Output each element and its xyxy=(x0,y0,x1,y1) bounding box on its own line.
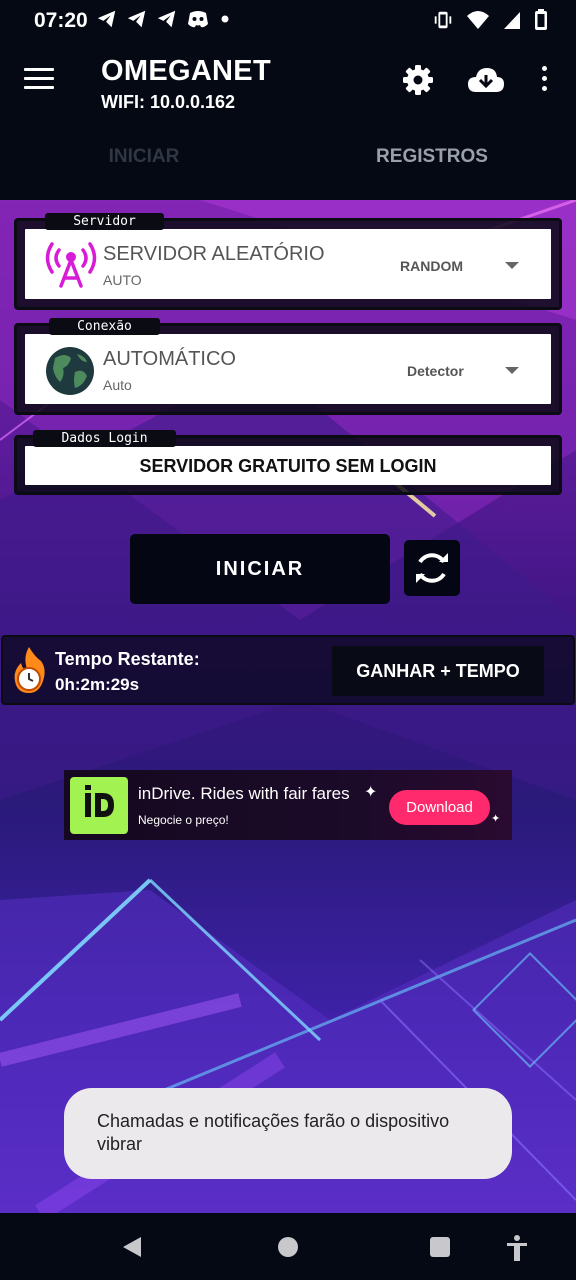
server-card[interactable]: SERVIDOR ALEATÓRIO AUTO RANDOM xyxy=(14,218,562,310)
server-tag: RANDOM xyxy=(400,258,463,274)
telegram-icon xyxy=(127,10,146,28)
ad-title: inDrive. Rides with fair fares xyxy=(138,784,350,803)
navigation-bar xyxy=(0,1213,576,1280)
connection-card-label: Conexão xyxy=(49,318,160,335)
server-selector[interactable]: SERVIDOR ALEATÓRIO AUTO RANDOM xyxy=(25,229,551,299)
status-time: 07:20 xyxy=(34,9,88,32)
time-remaining-bar: Tempo Restante: 0h:2m:29s GANHAR + TEMPO xyxy=(1,635,575,705)
globe-icon xyxy=(46,347,94,395)
app-bar: OMEGANET WIFI: 10.0.0.162 xyxy=(0,42,576,137)
start-button[interactable]: INICIAR xyxy=(130,534,390,604)
login-value: SERVIDOR GRATUITO SEM LOGIN xyxy=(139,456,437,476)
ad-banner[interactable]: inDrive. Rides with fair fares Negocie o… xyxy=(64,770,512,840)
server-card-label: Servidor xyxy=(45,213,164,230)
recents-icon[interactable] xyxy=(430,1237,450,1257)
indrive-logo xyxy=(70,777,128,834)
wifi-address: WIFI: 10.0.0.162 xyxy=(101,92,236,112)
chevron-down-icon[interactable] xyxy=(505,367,519,374)
tab-bar: INICIAR REGISTROS xyxy=(0,137,576,200)
login-field[interactable]: SERVIDOR GRATUITO SEM LOGIN xyxy=(25,446,551,485)
refresh-button[interactable] xyxy=(404,540,460,596)
accessibility-icon[interactable] xyxy=(505,1234,529,1262)
connection-card[interactable]: AUTOMÁTICO Auto Detector xyxy=(14,323,562,415)
sparkle-icon: ✦ xyxy=(491,813,501,825)
home-icon[interactable] xyxy=(278,1237,298,1257)
chevron-down-icon[interactable] xyxy=(505,262,519,269)
signal-icon xyxy=(504,12,520,29)
ad-subtitle: Negocie o preço! xyxy=(138,813,229,827)
more-vert-icon[interactable] xyxy=(536,66,552,96)
vibrate-icon xyxy=(434,11,452,29)
notification-icons xyxy=(96,8,232,30)
cloud-download-icon[interactable] xyxy=(467,64,505,96)
menu-icon[interactable] xyxy=(24,68,54,94)
back-icon[interactable] xyxy=(123,1237,141,1257)
connection-selector[interactable]: AUTOMÁTICO Auto Detector xyxy=(25,334,551,404)
ad-download-button[interactable]: Download xyxy=(389,790,490,825)
tab-registros[interactable]: REGISTROS xyxy=(288,137,576,200)
toast-message: Chamadas e notificações farão o disposit… xyxy=(64,1088,512,1179)
login-card-label: Dados Login xyxy=(33,430,176,447)
system-icons xyxy=(432,9,548,31)
dot-icon xyxy=(221,15,229,23)
time-remaining-value: 0h:2m:29s xyxy=(55,675,140,694)
telegram-icon xyxy=(97,10,116,28)
wifi-icon xyxy=(467,11,489,29)
server-title: SERVIDOR ALEATÓRIO xyxy=(103,243,325,265)
refresh-icon xyxy=(416,553,448,583)
tab-iniciar[interactable]: INICIAR xyxy=(0,137,288,200)
app-title: OMEGANET xyxy=(101,55,271,87)
telegram-icon xyxy=(157,10,176,28)
status-bar: 07:20 xyxy=(0,0,576,42)
time-remaining-label: Tempo Restante: xyxy=(55,649,200,669)
gear-icon[interactable] xyxy=(402,64,434,96)
sparkle-icon: ✦ xyxy=(364,784,378,801)
earn-more-time-button[interactable]: GANHAR + TEMPO xyxy=(332,646,544,696)
server-subtitle: AUTO xyxy=(103,272,142,288)
connection-title: AUTOMÁTICO xyxy=(103,348,236,370)
connection-tag: Detector xyxy=(407,363,464,379)
connection-subtitle: Auto xyxy=(103,377,132,393)
discord-icon xyxy=(188,11,208,28)
battery-icon xyxy=(535,9,547,30)
stopwatch-fire-icon xyxy=(14,647,45,693)
antenna-icon xyxy=(45,242,97,288)
